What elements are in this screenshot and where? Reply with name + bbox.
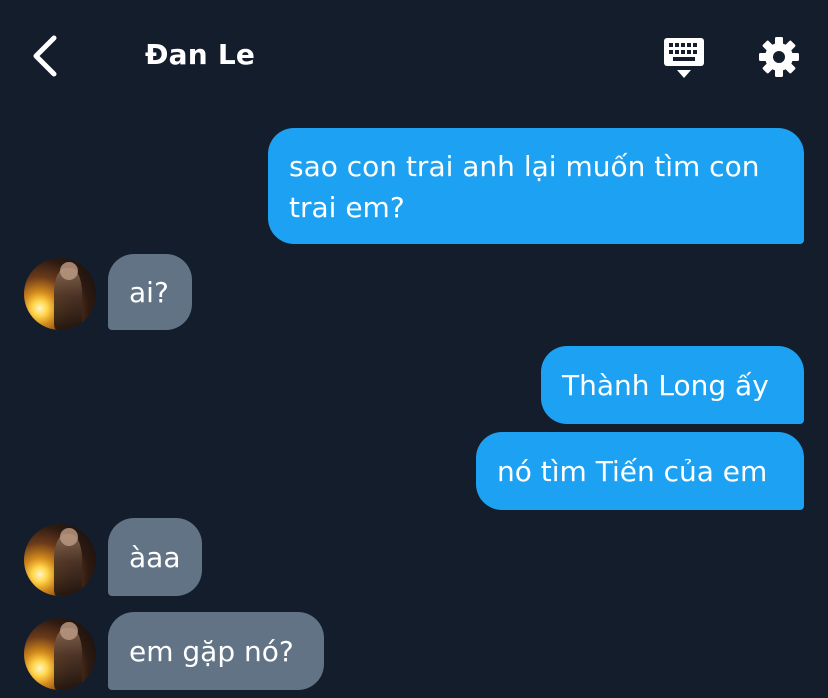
- incoming-message[interactable]: àaa: [108, 518, 202, 596]
- avatar[interactable]: [24, 618, 96, 690]
- keyboard-icon: [664, 38, 704, 78]
- chat-header: Đan Le: [0, 0, 828, 110]
- avatar[interactable]: [24, 258, 96, 330]
- outgoing-message[interactable]: sao con trai anh lại muốn tìm con trai e…: [268, 128, 804, 244]
- chat-screen: Đan Le sao con trai anh lại muốn tìm con…: [0, 0, 828, 698]
- message-text: àaa: [129, 540, 181, 574]
- keyboard-button[interactable]: [660, 36, 708, 80]
- incoming-message[interactable]: em gặp nó?: [108, 612, 324, 690]
- chevron-left-icon: [33, 35, 57, 77]
- back-button[interactable]: [22, 30, 66, 82]
- outgoing-message[interactable]: Thành Long ấy: [541, 346, 804, 424]
- incoming-message[interactable]: ai?: [108, 254, 192, 330]
- message-text: ai?: [129, 275, 169, 309]
- message-text: nó tìm Tiến của em: [497, 454, 768, 488]
- outgoing-message[interactable]: nó tìm Tiến của em: [476, 432, 804, 510]
- settings-button[interactable]: [757, 35, 801, 79]
- gear-icon: [759, 37, 799, 77]
- message-text: sao con trai anh lại muốn tìm con trai e…: [289, 150, 760, 224]
- message-text: Thành Long ấy: [562, 368, 769, 402]
- message-text: em gặp nó?: [129, 634, 294, 668]
- avatar[interactable]: [24, 524, 96, 596]
- conversation-title: Đan Le: [145, 38, 256, 71]
